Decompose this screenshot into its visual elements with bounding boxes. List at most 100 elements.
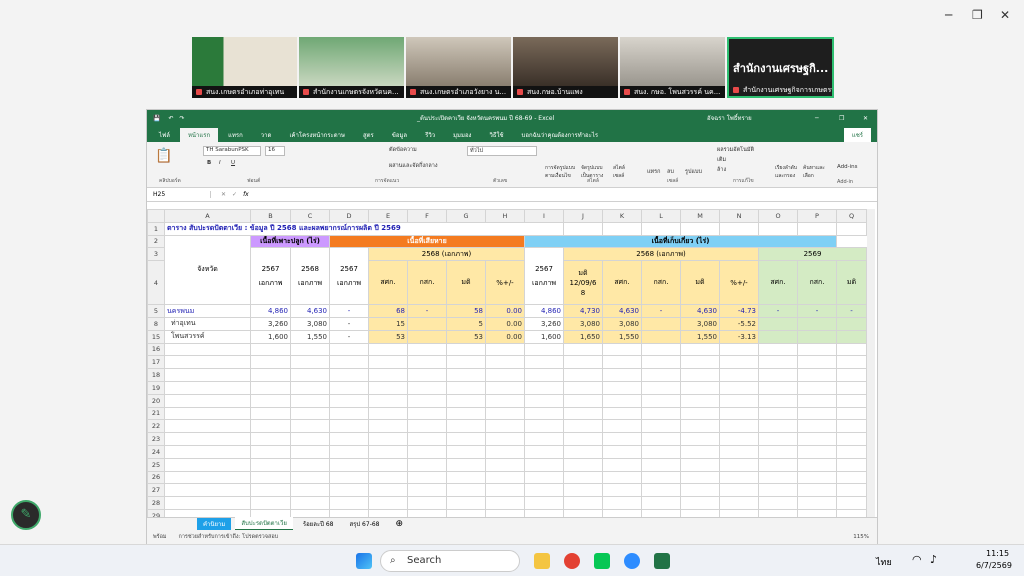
cell-i[interactable]: 3,260 [524, 316, 564, 331]
clear-button[interactable]: ล้าง [717, 166, 726, 174]
col-header[interactable]: C [290, 209, 330, 223]
col-header[interactable]: P [797, 209, 837, 223]
cell-g[interactable]: 5 [446, 316, 486, 331]
cell-j[interactable]: 3,080 [563, 316, 603, 331]
harvested-area-header[interactable]: เนื้อที่เก็บเกี่ยว (ไร่) [524, 234, 837, 249]
cell-o[interactable] [758, 316, 798, 331]
tell-me-search[interactable]: บอกฉันว่าคุณต้องการทำอะไร [514, 128, 607, 142]
excel-app-icon[interactable] [654, 553, 670, 569]
number-format-select[interactable]: ทั่วไป [467, 146, 537, 156]
col-header[interactable]: J [563, 209, 603, 223]
bold-button[interactable]: B [207, 160, 211, 166]
insert-cells-button[interactable]: แทรก [647, 168, 660, 176]
col-header[interactable]: Q [836, 209, 867, 223]
tab-view[interactable]: มุมมอง [445, 128, 479, 142]
row-header[interactable]: 2 [147, 234, 165, 249]
cell-a[interactable]: ท่าอุเทน [164, 316, 251, 331]
header-f[interactable]: กสก. [407, 260, 447, 306]
cell-m[interactable]: 1,550 [680, 329, 720, 344]
row-header[interactable]: 18 [147, 368, 165, 382]
cell-i[interactable]: 4,860 [524, 304, 564, 318]
add-sheet-icon[interactable]: ⊕ [390, 518, 410, 530]
participant-tile[interactable]: สำนักงานเกษตรจังหวัดนค... [299, 37, 404, 98]
undo-icon[interactable]: ↶ [168, 115, 173, 122]
cell-d[interactable]: - [329, 316, 369, 331]
cell-h[interactable]: 0.00 [485, 329, 525, 344]
province-header[interactable]: จังหวัด [164, 234, 251, 306]
participant-tile[interactable]: สนง.กษอ.บ้านแพง [513, 37, 618, 98]
merge-center-button[interactable]: ผสานและจัดกึ่งกลาง [389, 162, 438, 170]
header-j[interactable]: มติ 12/09/6 8 [563, 260, 603, 306]
redo-icon[interactable]: ↷ [180, 115, 185, 122]
col-header[interactable]: B [250, 209, 291, 223]
header-n[interactable]: %+/- [719, 260, 759, 306]
cell-o[interactable] [758, 329, 798, 344]
minimize-icon[interactable]: ─ [815, 115, 819, 122]
cell-q[interactable] [836, 316, 867, 331]
fill-button[interactable]: เติม [717, 156, 726, 164]
header-p[interactable]: กสก. [797, 260, 837, 306]
header-d[interactable]: 2567 เอกภาพ [329, 247, 369, 306]
line-app-icon[interactable] [594, 553, 610, 569]
row-header[interactable]: 4 [147, 260, 165, 306]
row-header[interactable]: 5 [147, 304, 165, 318]
tab-insert[interactable]: แทรก [220, 128, 251, 142]
row-header[interactable]: 25 [147, 457, 165, 472]
col-header[interactable]: L [641, 209, 681, 223]
header-l[interactable]: กสก. [641, 260, 681, 306]
vertical-scrollbar[interactable] [867, 209, 875, 523]
restore-icon[interactable]: ❐ [839, 115, 844, 122]
format-cells-button[interactable]: รูปแบบ [685, 168, 702, 176]
cell-j[interactable]: 1,650 [563, 329, 603, 344]
participant-tile[interactable]: สนง.เกษตรอำเภอท่าอุเทน [192, 37, 297, 98]
col-header[interactable]: K [602, 209, 642, 223]
select-all[interactable] [147, 209, 165, 223]
cell-e[interactable]: 68 [368, 304, 408, 318]
row-header[interactable]: 17 [147, 355, 165, 370]
cell-n[interactable]: -4.73 [719, 304, 759, 318]
header-b[interactable]: 2567 เอกภาพ [250, 247, 291, 306]
row-header[interactable]: 20 [147, 393, 165, 408]
planted-area-header[interactable]: เนื้อที่เพาะปลูก (ไร่) [250, 234, 330, 249]
col-header[interactable]: F [407, 209, 447, 223]
wifi-icon[interactable]: ◠ [912, 553, 922, 566]
cell-b[interactable]: 3,260 [250, 316, 291, 331]
font-size-select[interactable]: 16 [265, 146, 285, 156]
cell-j[interactable]: 4,730 [563, 304, 603, 318]
cell-f[interactable] [407, 316, 447, 331]
cell-m[interactable]: 3,080 [680, 316, 720, 331]
zoom-app-icon[interactable] [624, 553, 640, 569]
cell-e[interactable]: 53 [368, 329, 408, 344]
header-q[interactable]: มติ [836, 260, 867, 306]
row-header[interactable]: 24 [147, 444, 165, 459]
header-g[interactable]: มติ [446, 260, 486, 306]
cell-n[interactable]: -3.13 [719, 329, 759, 344]
font-name-select[interactable]: TH SarabunPSK [203, 146, 261, 156]
sheet-tab-summary[interactable]: สรุป 67-68 [343, 518, 385, 530]
find-select-button[interactable]: ค้นหาและเลือก [803, 164, 829, 180]
user-name[interactable]: อัจฉรา โพธิ์ทราย [707, 113, 752, 123]
cell-f[interactable] [407, 329, 447, 344]
file-explorer-icon[interactable] [534, 553, 550, 569]
row-header[interactable]: 22 [147, 419, 165, 434]
underline-button[interactable]: U [231, 160, 235, 166]
sheet-tab-definitions[interactable]: คำนิยาม [197, 518, 232, 530]
zoom-level[interactable]: 115% [853, 534, 869, 540]
row-header[interactable]: 16 [147, 342, 165, 357]
cell-p[interactable] [797, 316, 837, 331]
cell-q[interactable] [836, 329, 867, 344]
speaker-icon[interactable]: ♪ [930, 553, 937, 566]
header-c[interactable]: 2568 เอกภาพ [290, 247, 330, 306]
cell-h[interactable]: 0.00 [485, 316, 525, 331]
presenter-tile[interactable]: สำนักงานเศรษฐกิ... สำนักงานเศรษฐกิจการเกษ… [727, 37, 834, 98]
cell-n[interactable]: -5.52 [719, 316, 759, 331]
participant-tile[interactable]: สนง. กษอ. โพนสวรรค์ นค... [620, 37, 725, 98]
cell-k[interactable]: 1,550 [602, 329, 642, 344]
share-button[interactable]: แชร์ [843, 128, 871, 142]
tab-help[interactable]: วิธีใช้ [481, 128, 511, 142]
cell-a[interactable]: นครพนม [164, 304, 251, 318]
col-header[interactable]: D [329, 209, 369, 223]
col-header[interactable]: E [368, 209, 408, 223]
tab-formulas[interactable]: สูตร [355, 128, 382, 142]
minimize-icon[interactable]: ─ [945, 8, 952, 22]
